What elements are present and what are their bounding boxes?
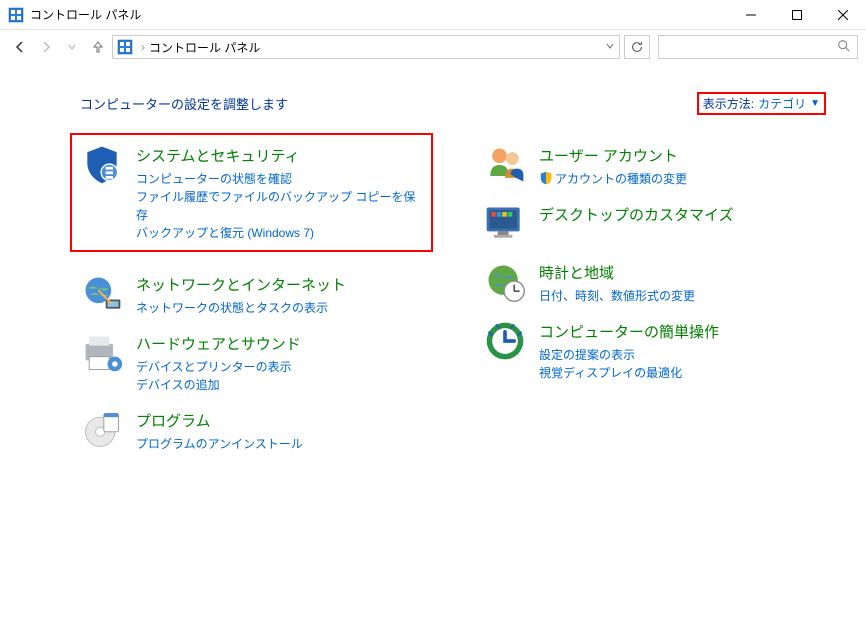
category-column-left: システムとセキュリティ コンピューターの状態を確認 ファイル履歴でファイルのバッ… <box>80 143 423 453</box>
category-link[interactable]: デバイスの追加 <box>136 376 301 394</box>
forward-button[interactable] <box>34 35 58 59</box>
recent-locations-button[interactable] <box>60 35 84 59</box>
users-icon <box>483 143 527 187</box>
navigation-bar: › コントロール パネル <box>0 30 866 64</box>
address-bar[interactable]: › コントロール パネル <box>112 35 620 59</box>
content-area: コンピューターの設定を調整します 表示方法: カテゴリ ▼ <box>0 64 866 473</box>
category-title[interactable]: 時計と地域 <box>539 262 695 283</box>
clock-globe-icon <box>483 260 527 304</box>
title-bar: コントロール パネル <box>0 0 866 30</box>
category-programs: プログラム プログラムのアンインストール <box>80 408 423 453</box>
category-title[interactable]: ネットワークとインターネット <box>136 274 346 295</box>
category-title[interactable]: システムとセキュリティ <box>136 145 423 166</box>
page-heading: コンピューターの設定を調整します <box>80 94 288 113</box>
search-icon <box>837 39 851 56</box>
globe-network-icon <box>80 272 124 316</box>
category-link[interactable]: 日付、時刻、数値形式の変更 <box>539 287 695 305</box>
category-link[interactable]: プログラムのアンインストール <box>136 435 303 453</box>
control-panel-icon <box>117 39 133 55</box>
control-panel-icon <box>8 7 24 23</box>
highlighted-category: システムとセキュリティ コンピューターの状態を確認 ファイル履歴でファイルのバッ… <box>70 133 433 252</box>
category-link[interactable]: デバイスとプリンターの表示 <box>136 358 301 376</box>
view-by-selector[interactable]: 表示方法: カテゴリ ▼ <box>697 92 826 115</box>
window-controls <box>728 0 866 30</box>
breadcrumb-separator: › <box>141 40 145 54</box>
window-title: コントロール パネル <box>30 6 728 23</box>
printer-icon <box>80 331 124 375</box>
shield-small-icon <box>539 171 553 185</box>
category-link[interactable]: 視覚ディスプレイの最適化 <box>539 364 719 382</box>
category-link[interactable]: コンピューターの状態を確認 <box>136 170 423 188</box>
category-link[interactable]: 設定の提案の表示 <box>539 346 719 364</box>
monitor-palette-icon <box>483 202 527 246</box>
category-title[interactable]: プログラム <box>136 410 303 431</box>
category-link[interactable]: バックアップと復元 (Windows 7) <box>136 224 423 242</box>
close-button[interactable] <box>820 0 866 30</box>
category-hardware: ハードウェアとサウンド デバイスとプリンターの表示 デバイスの追加 <box>80 331 423 394</box>
category-link[interactable]: アカウントの種類の変更 <box>539 170 687 188</box>
shield-icon <box>80 143 124 187</box>
address-dropdown-icon[interactable] <box>605 40 615 54</box>
search-input[interactable] <box>658 35 858 59</box>
category-column-right: ユーザー アカウント アカウントの種類の変更 <box>483 143 826 453</box>
category-title[interactable]: ハードウェアとサウンド <box>136 333 301 354</box>
category-network: ネットワークとインターネット ネットワークの状態とタスクの表示 <box>80 272 423 317</box>
category-link[interactable]: ネットワークの状態とタスクの表示 <box>136 299 346 317</box>
back-button[interactable] <box>8 35 32 59</box>
breadcrumb-item[interactable]: コントロール パネル <box>149 39 260 56</box>
category-system-security: システムとセキュリティ コンピューターの状態を確認 ファイル履歴でファイルのバッ… <box>80 143 423 242</box>
category-ease-of-access: コンピューターの簡単操作 設定の提案の表示 視覚ディスプレイの最適化 <box>483 319 826 382</box>
category-clock-region: 時計と地域 日付、時刻、数値形式の変更 <box>483 260 826 305</box>
category-title[interactable]: コンピューターの簡単操作 <box>539 321 719 342</box>
programs-icon <box>80 408 124 452</box>
category-link[interactable]: ファイル履歴でファイルのバックアップ コピーを保存 <box>136 188 423 224</box>
minimize-button[interactable] <box>728 0 774 30</box>
chevron-down-icon: ▼ <box>810 98 820 109</box>
maximize-button[interactable] <box>774 0 820 30</box>
category-title[interactable]: デスクトップのカスタマイズ <box>539 204 734 225</box>
accessibility-icon <box>483 319 527 363</box>
view-by-label: 表示方法: <box>703 95 754 112</box>
view-by-value: カテゴリ <box>758 95 806 112</box>
category-user-accounts: ユーザー アカウント アカウントの種類の変更 <box>483 143 826 188</box>
category-title[interactable]: ユーザー アカウント <box>539 145 687 166</box>
category-desktop-customize: デスクトップのカスタマイズ <box>483 202 826 246</box>
refresh-button[interactable] <box>624 35 650 59</box>
up-button[interactable] <box>86 35 110 59</box>
